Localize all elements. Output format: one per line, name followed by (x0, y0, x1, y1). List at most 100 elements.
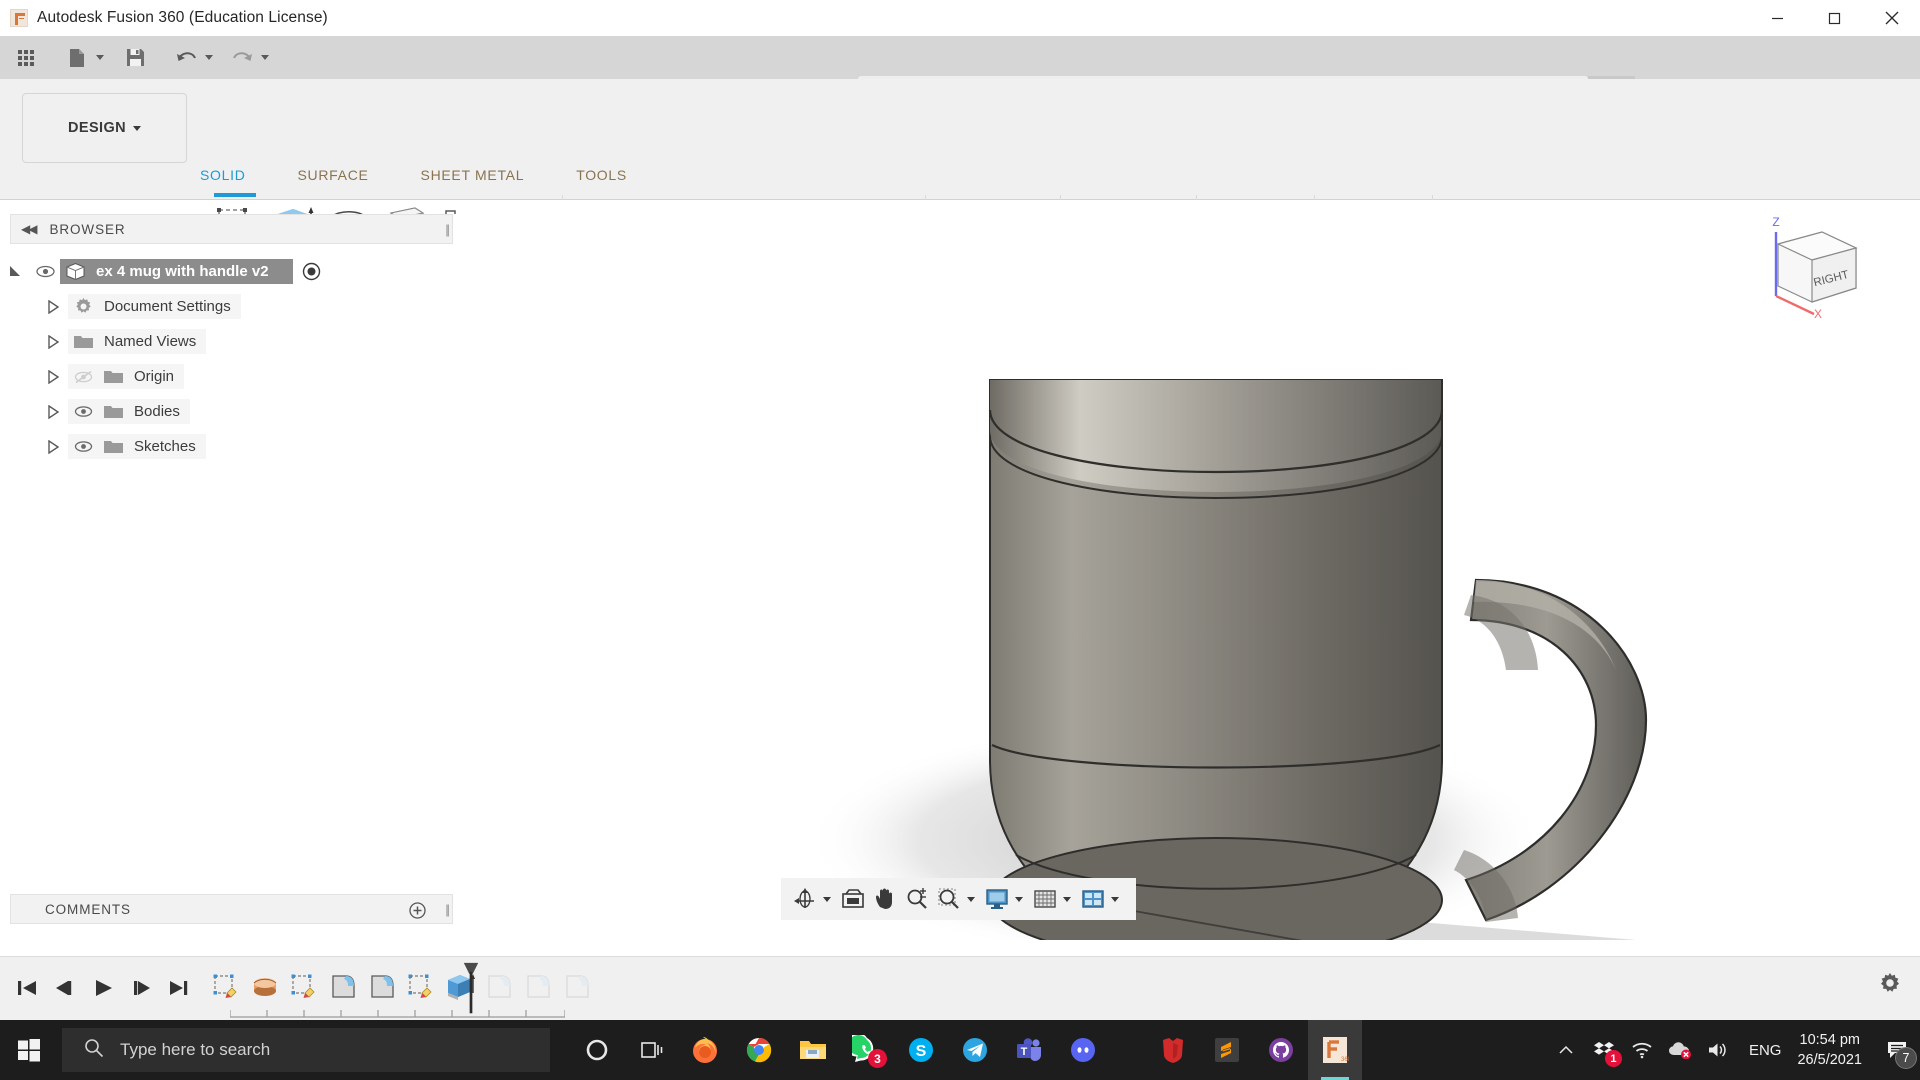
look-at-icon[interactable] (837, 883, 869, 915)
pan-icon[interactable] (869, 883, 901, 915)
svg-text:T: T (1021, 1046, 1028, 1058)
zoom-window-dropdown-caret-icon[interactable] (967, 896, 975, 902)
twisty-collapsed-icon[interactable] (38, 334, 68, 349)
timeline-track[interactable] (230, 1009, 565, 1018)
volume-icon[interactable] (1699, 1020, 1737, 1080)
tree-item-root-selection[interactable]: ex 4 mug with handle v2 (60, 259, 293, 284)
play-icon[interactable] (84, 967, 122, 1009)
collapse-left-icon[interactable]: ◀◀ (21, 222, 38, 236)
tree-item-named-views[interactable]: Named Views (0, 324, 456, 359)
onedrive-offline-icon[interactable] (1661, 1020, 1699, 1080)
tree-item-sketches[interactable]: Sketches (0, 429, 456, 464)
twisty-collapsed-icon[interactable] (38, 404, 68, 419)
wifi-icon[interactable] (1623, 1020, 1661, 1080)
whatsapp-icon[interactable]: 3 (840, 1020, 894, 1080)
visible-eye-icon[interactable] (68, 405, 98, 418)
microsoft-teams-icon[interactable]: T (1002, 1020, 1056, 1080)
fusion-360-icon[interactable]: 360 (1308, 1020, 1362, 1080)
view-cube[interactable]: Z X RIGHT (1752, 210, 1872, 321)
timeline-feature-revolve[interactable] (245, 965, 284, 1009)
undo-icon[interactable] (169, 41, 203, 75)
twisty-collapsed-icon[interactable] (38, 369, 68, 384)
timeline-settings-gear-icon[interactable] (1878, 971, 1902, 1000)
timeline-features (206, 965, 596, 1009)
redo-dropdown-caret-icon[interactable] (261, 55, 269, 60)
add-comment-icon[interactable] (409, 902, 426, 922)
grid-snap-dropdown-caret-icon[interactable] (1063, 896, 1071, 902)
grid-snap-icon[interactable] (1029, 883, 1061, 915)
browser-title: BROWSER (49, 221, 126, 237)
display-settings-icon[interactable] (981, 883, 1013, 915)
visible-eye-icon[interactable] (68, 440, 98, 453)
timeline-feature-sketch[interactable] (206, 965, 245, 1009)
timeline-feature-fillet[interactable] (323, 965, 362, 1009)
file-explorer-icon[interactable] (786, 1020, 840, 1080)
browser-panel: ◀◀ BROWSER || ex 4 mug with handle v2 Do… (0, 214, 456, 924)
chrome-icon[interactable] (732, 1020, 786, 1080)
cortana-icon[interactable] (570, 1020, 624, 1080)
viewports-icon[interactable] (1077, 883, 1109, 915)
go-to-end-icon[interactable] (160, 967, 198, 1009)
tab-tools[interactable]: TOOLS (576, 167, 627, 195)
tree-item-root-component[interactable]: ex 4 mug with handle v2 (0, 254, 456, 289)
tree-item-origin[interactable]: Origin (0, 359, 456, 394)
maximize-icon[interactable] (1806, 0, 1863, 36)
tab-solid[interactable]: SOLID (200, 167, 246, 195)
brave-icon[interactable] (1146, 1020, 1200, 1080)
close-icon[interactable] (1863, 0, 1920, 36)
timeline-feature-sketch[interactable] (401, 965, 440, 1009)
viewport-canvas[interactable]: Z X RIGHT (456, 200, 1920, 940)
browser-resize-grip[interactable]: || (445, 222, 450, 237)
comments-resize-grip[interactable]: || (445, 902, 450, 917)
timeline-marker[interactable] (462, 960, 480, 1018)
step-back-icon[interactable] (46, 967, 84, 1009)
action-center-icon[interactable]: 7 (1876, 1020, 1920, 1080)
language-indicator[interactable]: ENG (1749, 1042, 1782, 1059)
hidden-eye-icon[interactable] (68, 370, 98, 384)
timeline-feature-sketch[interactable] (284, 965, 323, 1009)
timeline-feature-ghost (479, 965, 518, 1009)
telegram-icon[interactable] (948, 1020, 1002, 1080)
timeline-feature-fillet[interactable] (362, 965, 401, 1009)
tab-surface[interactable]: SURFACE (298, 167, 369, 195)
new-file-dropdown-caret-icon[interactable] (96, 55, 104, 60)
task-view-icon[interactable] (624, 1020, 678, 1080)
tab-sheet-metal[interactable]: SHEET METAL (421, 167, 525, 195)
visible-eye-icon[interactable] (30, 265, 60, 278)
github-desktop-icon[interactable] (1254, 1020, 1308, 1080)
system-tray: 1 ENG 10:54 pm 26/5/2021 7 (1547, 1020, 1920, 1080)
step-forward-icon[interactable] (122, 967, 160, 1009)
display-settings-dropdown-caret-icon[interactable] (1015, 896, 1023, 902)
sublime-text-icon[interactable] (1200, 1020, 1254, 1080)
show-hidden-icons-icon[interactable] (1547, 1020, 1585, 1080)
app-grid-icon[interactable] (9, 41, 43, 75)
dropbox-icon[interactable]: 1 (1585, 1020, 1623, 1080)
discord-icon[interactable] (1056, 1020, 1110, 1080)
minimize-icon[interactable] (1749, 0, 1806, 36)
go-to-beginning-icon[interactable] (8, 967, 46, 1009)
save-icon[interactable] (118, 41, 152, 75)
zoom-window-icon[interactable] (933, 883, 965, 915)
comments-panel-header[interactable]: COMMENTS || (10, 894, 453, 924)
firefox-icon[interactable] (678, 1020, 732, 1080)
twisty-collapsed-icon[interactable] (38, 299, 68, 314)
new-file-icon[interactable] (60, 41, 94, 75)
clock[interactable]: 10:54 pm 26/5/2021 (1797, 1030, 1862, 1070)
skype-icon[interactable]: S (894, 1020, 948, 1080)
undo-dropdown-caret-icon[interactable] (205, 55, 213, 60)
workspace-switcher[interactable]: DESIGN (22, 93, 187, 163)
viewports-dropdown-caret-icon[interactable] (1111, 896, 1119, 902)
windows-taskbar: Type here to search 3 S T 36 1 ENG 10:54… (0, 1020, 1920, 1080)
activate-radio-icon[interactable] (297, 262, 327, 281)
windows-start-icon[interactable] (0, 1020, 58, 1080)
twisty-collapsed-icon[interactable] (38, 439, 68, 454)
zoom-icon[interactable] (901, 883, 933, 915)
tree-item-bodies[interactable]: Bodies (0, 394, 456, 429)
orbit-icon[interactable] (789, 883, 821, 915)
tree-item-document-settings[interactable]: Document Settings (0, 289, 456, 324)
orbit-dropdown-caret-icon[interactable] (823, 896, 831, 902)
ribbon: DESIGN SOLID SURFACE SHEET METAL TOOLS (0, 79, 1920, 279)
redo-icon[interactable] (225, 41, 259, 75)
twisty-expanded-icon[interactable] (0, 265, 30, 278)
search-input[interactable]: Type here to search (62, 1028, 550, 1072)
